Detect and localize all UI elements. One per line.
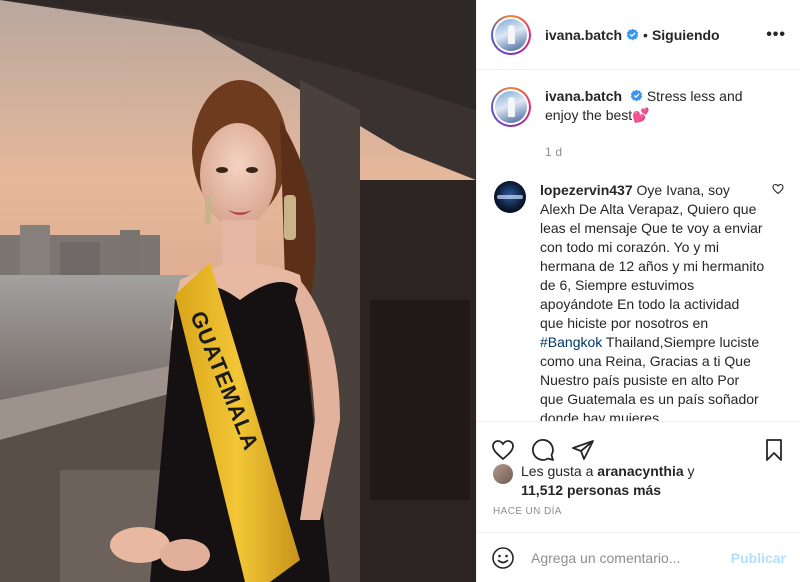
heart-icon[interactable] [491,438,515,462]
comments-area[interactable]: ivana.batch Stress less and enjoy the be… [477,71,800,421]
likes-conjunction: y [687,463,695,479]
more-options-icon[interactable]: ••• [766,26,786,44]
commenter-username[interactable]: lopezervin437 [540,182,633,198]
add-comment-bar: Publicar [477,532,800,582]
caption-age[interactable]: 1 d [545,145,784,159]
bookmark-icon[interactable] [762,438,786,462]
comment-item: lopezervin437 Oye Ivana, soy Alexh De Al… [491,181,784,421]
author-avatar[interactable] [491,14,531,55]
post-photo[interactable]: GUATEMALA [0,0,476,582]
comment-like-icon[interactable] [772,183,784,195]
likes-prefix: Les gusta a [521,463,594,479]
post-comment-button[interactable]: Publicar [731,550,786,566]
emoji-icon[interactable] [491,546,515,570]
verified-badge-icon [630,89,643,102]
post-header: ivana.batch • Siguiendo ••• [477,0,800,70]
caption: ivana.batch Stress less and enjoy the be… [491,87,784,127]
comment-icon[interactable] [531,438,555,462]
caption-text-block: ivana.batch Stress less and enjoy the be… [545,87,765,125]
comment-input[interactable] [531,549,731,566]
caption-avatar[interactable] [491,87,531,127]
likes-summary: Les gusta a aranacynthia y 11,512 person… [493,462,784,500]
following-button[interactable]: Siguiendo [652,27,720,43]
liker-username[interactable]: aranacynthia [597,463,683,479]
likes-count[interactable]: 11,512 personas más [521,482,661,498]
comment-hashtag[interactable]: #Bangkok [540,334,602,350]
likes-text: Les gusta a aranacynthia y 11,512 person… [521,462,695,500]
author-username[interactable]: ivana.batch [545,27,622,43]
post-timestamp[interactable]: HACE UN DÍA [493,506,562,517]
comment-text-part1: Oye Ivana, soy Alexh De Alta Verapaz, Qu… [540,182,765,331]
liker-avatar[interactable] [493,464,513,484]
comment-text-block: lopezervin437 Oye Ivana, soy Alexh De Al… [540,181,766,421]
post-image: GUATEMALA [0,0,476,582]
header-separator: • [643,26,648,43]
verified-badge-icon [626,28,639,41]
share-icon[interactable] [571,438,595,462]
commenter-avatar[interactable] [494,181,526,213]
caption-username[interactable]: ivana.batch [545,88,622,104]
post-side-panel: ivana.batch • Siguiendo ••• ivana.batch … [476,0,800,582]
